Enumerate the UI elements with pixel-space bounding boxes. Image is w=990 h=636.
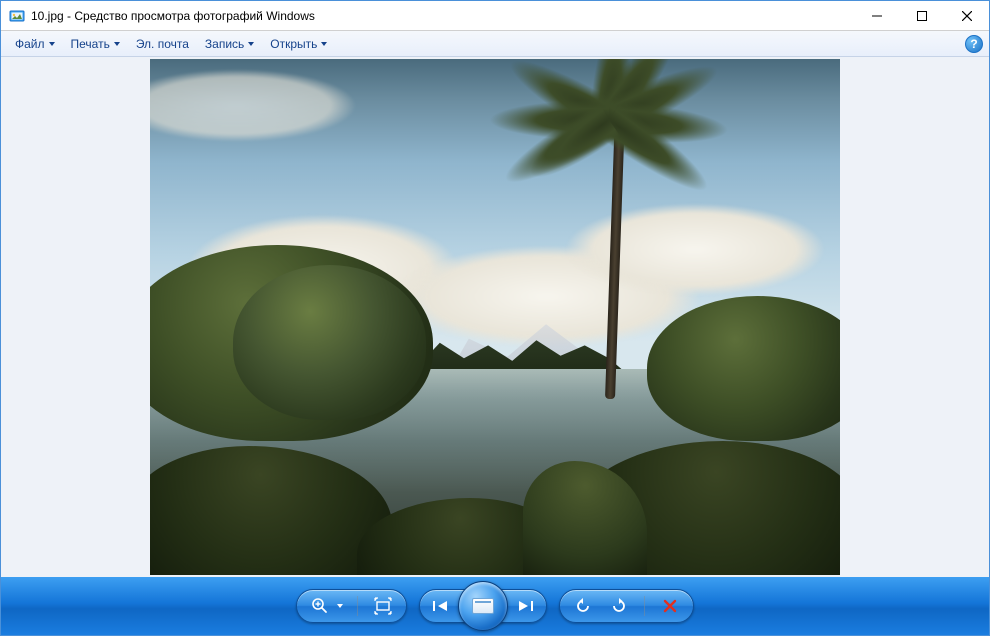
chevron-down-icon xyxy=(321,42,327,46)
minimize-button[interactable] xyxy=(854,1,899,30)
zoom-button[interactable] xyxy=(309,595,331,617)
menubar: Файл Печать Эл. почта Запись Открыть ? xyxy=(1,31,989,57)
menu-burn[interactable]: Запись xyxy=(197,34,262,54)
slideshow-icon xyxy=(472,598,494,614)
delete-button[interactable] xyxy=(659,595,681,617)
chevron-down-icon xyxy=(49,42,55,46)
rotate-cw-button[interactable] xyxy=(608,595,630,617)
titlebar: 10.jpg - Средство просмотра фотографий W… xyxy=(1,1,989,31)
menu-file[interactable]: Файл xyxy=(7,34,63,54)
chevron-down-icon xyxy=(337,604,343,608)
rotate-ccw-button[interactable] xyxy=(572,595,594,617)
zoom-group xyxy=(296,589,407,623)
menu-burn-label: Запись xyxy=(205,37,244,51)
window-title: 10.jpg - Средство просмотра фотографий W… xyxy=(31,9,854,23)
slideshow-button[interactable] xyxy=(458,581,508,631)
menu-email[interactable]: Эл. почта xyxy=(128,34,197,54)
help-button[interactable]: ? xyxy=(965,35,983,53)
displayed-image xyxy=(150,59,840,575)
chevron-down-icon xyxy=(248,42,254,46)
rotate-group xyxy=(559,589,694,623)
window-controls xyxy=(854,1,989,30)
control-bar xyxy=(1,577,989,635)
image-viewport[interactable] xyxy=(1,57,989,577)
close-button[interactable] xyxy=(944,1,989,30)
navigation-group xyxy=(419,589,547,623)
menu-email-label: Эл. почта xyxy=(136,37,189,51)
fit-button[interactable] xyxy=(372,595,394,617)
menu-open-label: Открыть xyxy=(270,37,317,51)
app-icon xyxy=(9,8,25,24)
maximize-button[interactable] xyxy=(899,1,944,30)
previous-button[interactable] xyxy=(420,589,462,623)
chevron-down-icon xyxy=(114,42,120,46)
menu-open[interactable]: Открыть xyxy=(262,34,335,54)
menu-print-label: Печать xyxy=(71,37,110,51)
menu-file-label: Файл xyxy=(15,37,45,51)
next-button[interactable] xyxy=(504,589,546,623)
menu-print[interactable]: Печать xyxy=(63,34,128,54)
